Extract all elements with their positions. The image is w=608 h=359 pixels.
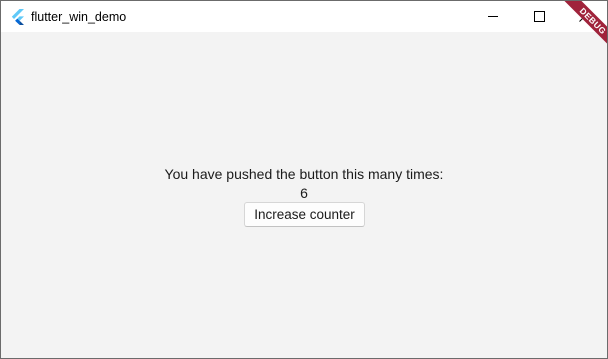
flutter-logo-icon [11,9,25,25]
increase-counter-button[interactable]: Increase counter [244,202,365,227]
title-bar[interactable]: flutter_win_demo [1,1,607,32]
close-icon [578,11,590,22]
counter-message: You have pushed the button this many tim… [164,166,444,182]
app-window: flutter_win_demo You have pushed the but… [0,0,608,359]
minimize-icon [487,11,499,22]
maximize-button[interactable] [516,1,562,32]
main-content: You have pushed the button this many tim… [1,32,607,358]
maximize-icon [533,11,545,22]
minimize-button[interactable] [470,1,516,32]
window-title: flutter_win_demo [31,10,127,24]
counter-value: 6 [300,185,308,201]
close-button[interactable] [561,1,607,32]
